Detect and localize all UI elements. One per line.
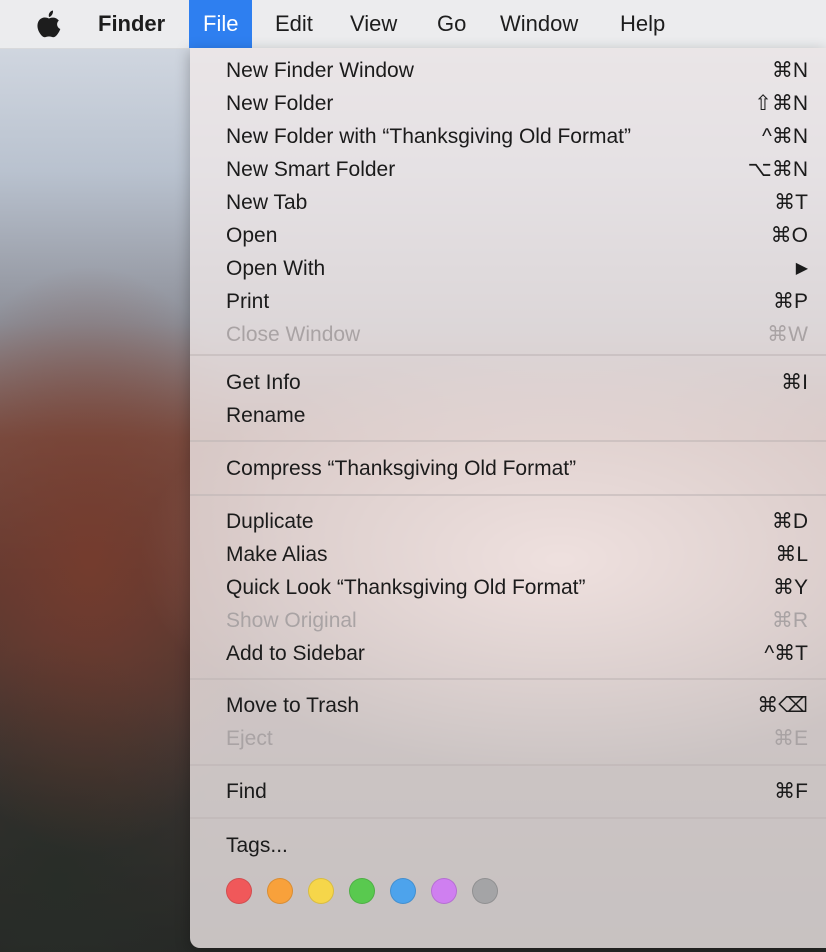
menu-item-label: Compress “Thanksgiving Old Format” — [226, 457, 577, 480]
menu-item-new-finder-window[interactable]: New Finder Window ⌘N — [190, 54, 826, 87]
menu-item-tags[interactable]: Tags... — [190, 829, 826, 862]
tag-blue[interactable] — [390, 878, 416, 904]
menubar-item-window[interactable]: Window — [486, 0, 592, 48]
menubar-item-file[interactable]: File — [189, 0, 253, 48]
menu-item-duplicate[interactable]: Duplicate ⌘D — [190, 505, 826, 538]
menu-item-shortcut: ⌘O — [770, 224, 808, 247]
menu-item-shortcut: ⌘Y — [772, 576, 808, 599]
menu-item-shortcut: ^⌘T — [764, 642, 808, 665]
menu-item-label: New Tab — [226, 191, 308, 214]
menu-item-label: Open — [226, 224, 278, 247]
menubar-item-go[interactable]: Go — [423, 0, 480, 48]
menu-separator — [190, 678, 826, 680]
menu-item-shortcut: ^⌘N — [761, 125, 808, 148]
menu-item-label: Show Original — [226, 609, 357, 632]
menu-item-shortcut: ⌘E — [772, 727, 808, 750]
menu-item-label: Get Info — [226, 371, 301, 394]
menu-item-shortcut: ⌘W — [767, 323, 808, 346]
menu-item-shortcut: ⌘L — [775, 543, 808, 566]
tag-gray[interactable] — [472, 878, 498, 904]
menu-item-find[interactable]: Find ⌘F — [190, 775, 826, 808]
menu-item-new-smart-folder[interactable]: New Smart Folder ⌥⌘N — [190, 153, 826, 186]
menu-item-label: New Folder — [226, 92, 334, 115]
menu-item-compress[interactable]: Compress “Thanksgiving Old Format” — [190, 452, 826, 485]
tag-green[interactable] — [349, 878, 375, 904]
menu-item-label: Add to Sidebar — [226, 642, 365, 665]
menu-item-open[interactable]: Open ⌘O — [190, 219, 826, 252]
menu-item-move-to-trash[interactable]: Move to Trash ⌘⌫ — [190, 689, 826, 722]
menu-item-label: Print — [226, 290, 270, 313]
submenu-arrow-icon: ▶ — [795, 260, 808, 277]
menu-item-label: New Smart Folder — [226, 158, 396, 181]
menu-item-add-to-sidebar[interactable]: Add to Sidebar ^⌘T — [190, 637, 826, 670]
menu-item-label: Move to Trash — [226, 694, 360, 717]
menu-item-label: Tags... — [226, 834, 288, 857]
menu-item-new-folder[interactable]: New Folder ⇧⌘N — [190, 87, 826, 120]
tag-purple[interactable] — [431, 878, 457, 904]
menu-item-shortcut: ⌘T — [774, 191, 808, 214]
menu-item-quick-look[interactable]: Quick Look “Thanksgiving Old Format” ⌘Y — [190, 571, 826, 604]
menubar-item-view[interactable]: View — [336, 0, 411, 48]
tag-yellow[interactable] — [308, 878, 334, 904]
menu-item-shortcut: ⇧⌘N — [754, 92, 808, 115]
menu-item-label: Quick Look “Thanksgiving Old Format” — [226, 576, 586, 599]
menu-item-shortcut: ⌘P — [772, 290, 808, 313]
tag-orange[interactable] — [267, 878, 293, 904]
menu-item-close-window: Close Window ⌘W — [190, 318, 826, 351]
menu-item-print[interactable]: Print ⌘P — [190, 285, 826, 318]
apple-icon[interactable] — [36, 10, 62, 38]
menu-item-label: Close Window — [226, 323, 361, 346]
menu-separator — [190, 354, 826, 356]
menu-bar: Finder File Edit View Go Window Help — [0, 0, 826, 49]
menu-item-new-folder-with-selection[interactable]: New Folder with “Thanksgiving Old Format… — [190, 120, 826, 153]
menu-item-shortcut: ⌥⌘N — [747, 158, 808, 181]
menubar-item-edit[interactable]: Edit — [261, 0, 327, 48]
menubar-item-help[interactable]: Help — [606, 0, 679, 48]
menu-item-shortcut: ⌘D — [771, 510, 808, 533]
menu-item-eject: Eject ⌘E — [190, 722, 826, 755]
menu-separator — [190, 440, 826, 442]
menu-item-shortcut: ⌘N — [771, 59, 808, 82]
menu-item-label: Duplicate — [226, 510, 314, 533]
menu-item-rename[interactable]: Rename — [190, 399, 826, 432]
menu-separator — [190, 764, 826, 766]
menu-item-shortcut: ⌘F — [774, 780, 808, 803]
menu-item-label: New Finder Window — [226, 59, 414, 82]
menubar-app-finder[interactable]: Finder — [84, 0, 179, 48]
menu-item-shortcut: ⌘I — [781, 371, 808, 394]
menu-item-label: Eject — [226, 727, 273, 750]
menu-item-label: Open With — [226, 257, 326, 280]
menu-item-get-info[interactable]: Get Info ⌘I — [190, 366, 826, 399]
menu-item-label: New Folder with “Thanksgiving Old Format… — [226, 125, 631, 148]
menu-item-label: Make Alias — [226, 543, 328, 566]
menu-item-new-tab[interactable]: New Tab ⌘T — [190, 186, 826, 219]
menu-item-label: Find — [226, 780, 267, 803]
menu-item-make-alias[interactable]: Make Alias ⌘L — [190, 538, 826, 571]
tag-red[interactable] — [226, 878, 252, 904]
desktop-background: Finder File Edit View Go Window Help New… — [0, 0, 826, 952]
file-menu-dropdown: New Finder Window ⌘N New Folder ⇧⌘N New … — [190, 48, 826, 948]
menu-item-show-original: Show Original ⌘R — [190, 604, 826, 637]
menu-separator — [190, 817, 826, 819]
menu-item-open-with[interactable]: Open With ▶ — [190, 252, 826, 285]
menu-item-shortcut: ⌘⌫ — [757, 694, 808, 717]
menu-item-label: Rename — [226, 404, 306, 427]
tag-color-picker — [226, 878, 498, 906]
menu-item-shortcut: ⌘R — [771, 609, 808, 632]
menu-separator — [190, 494, 826, 496]
